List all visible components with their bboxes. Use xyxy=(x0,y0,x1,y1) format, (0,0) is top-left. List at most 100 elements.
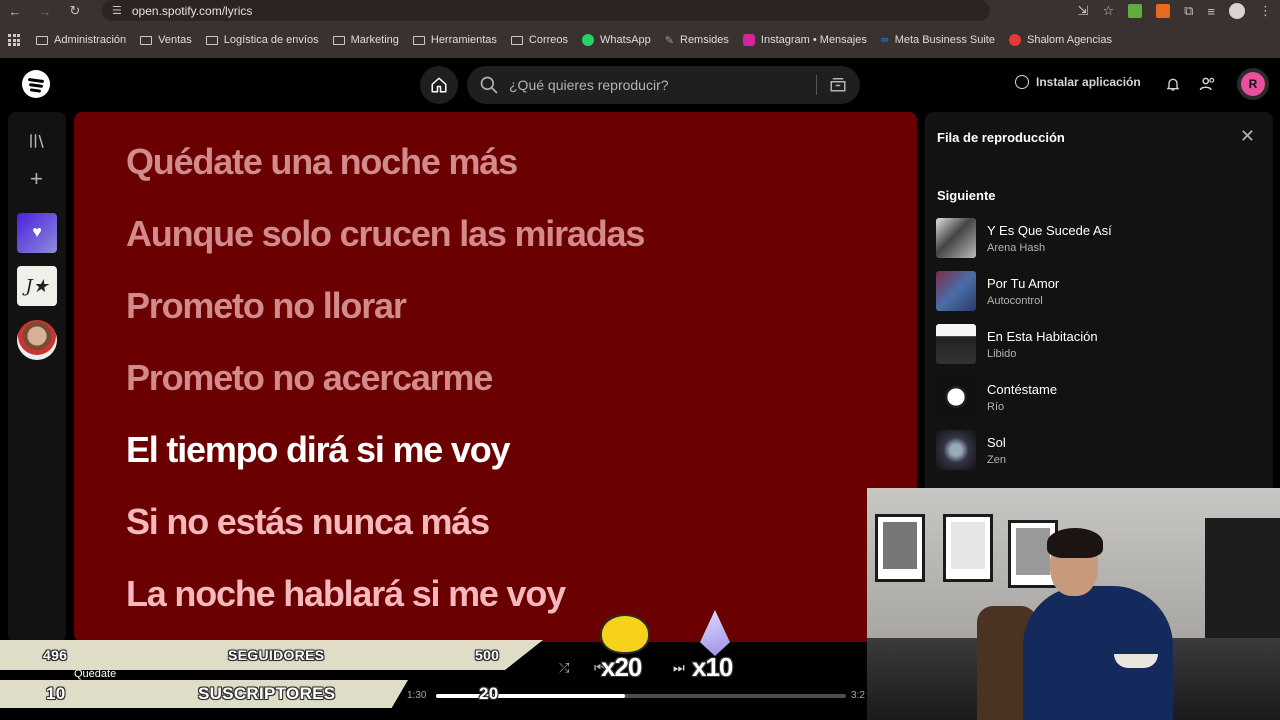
search-bar[interactable] xyxy=(467,66,860,104)
bookmark-ventas[interactable]: Ventas xyxy=(140,34,192,46)
progress-fill xyxy=(436,694,625,698)
lyric-line[interactable]: Prometo no acercarme xyxy=(126,357,493,399)
queue-panel: Fila de reproducción ✕ Siguiente Y Es Qu… xyxy=(925,112,1273,488)
queue-item[interactable]: Y Es Que Sucede Así Arena Hash xyxy=(936,216,1256,260)
apps-grid-icon[interactable] xyxy=(8,34,20,46)
queue-item-artist[interactable]: Libido xyxy=(987,348,1016,360)
user-avatar-button[interactable]: R xyxy=(1237,68,1269,100)
wall-frame xyxy=(875,514,925,582)
url-text: open.spotify.com/lyrics xyxy=(131,3,253,18)
extension-icon[interactable] xyxy=(1128,4,1143,18)
album-art xyxy=(936,324,976,364)
heart-icon: ♥ xyxy=(32,224,42,241)
shuffle-icon[interactable]: ⤮ xyxy=(559,660,569,676)
mascot-sticker xyxy=(600,614,650,654)
notifications-bell-icon[interactable] xyxy=(1165,75,1181,93)
queue-item[interactable]: Sol Zen xyxy=(936,428,1256,472)
reload-icon[interactable]: ↻ xyxy=(60,0,90,22)
queue-item-title: Sol xyxy=(987,435,1006,450)
queue-section-heading: Siguiente xyxy=(937,188,996,203)
browser-actions: ⇲ ☆ ⧉ ≡ ⋮ xyxy=(1078,0,1272,22)
avatar-initial: R xyxy=(1241,72,1265,96)
library-sidebar: + ♥ J★ xyxy=(8,112,66,642)
bookmark-herramientas[interactable]: Herramientas xyxy=(412,34,497,46)
queue-item-artist[interactable]: Río xyxy=(987,401,1004,413)
queue-item-artist[interactable]: Arena Hash xyxy=(987,242,1045,254)
bookmark-correos[interactable]: Correos xyxy=(510,34,568,46)
divider xyxy=(816,75,817,95)
browse-icon[interactable] xyxy=(829,75,847,93)
queue-item-title: Y Es Que Sucede Así xyxy=(987,223,1112,238)
spotify-logo-icon[interactable] xyxy=(22,70,50,98)
bookmark-marketing[interactable]: Marketing xyxy=(332,34,399,46)
queue-item-title: Por Tu Amor xyxy=(987,276,1060,291)
queue-title: Fila de reproducción xyxy=(937,130,1065,145)
liked-songs-thumbnail[interactable]: ♥ xyxy=(17,213,57,253)
lyric-line[interactable]: Prometo no llorar xyxy=(126,285,407,327)
bookmarks-bar: Administración Ventas Logística de envío… xyxy=(0,22,1280,58)
browser-menu-icon[interactable]: ⋮ xyxy=(1259,3,1272,19)
extension-icon[interactable] xyxy=(1156,4,1171,18)
lyric-line[interactable]: Si no estás nunca más xyxy=(126,501,490,543)
download-icon xyxy=(1015,75,1029,89)
install-app-icon[interactable]: ⇲ xyxy=(1078,3,1089,19)
folder-icon xyxy=(205,35,218,45)
home-button[interactable] xyxy=(420,66,458,104)
folder-icon xyxy=(510,35,523,45)
site-settings-icon[interactable]: ☰ xyxy=(112,4,122,17)
album-art xyxy=(936,218,976,258)
followers-goal: 500 xyxy=(475,647,500,663)
friend-activity-icon[interactable] xyxy=(1199,75,1217,93)
wall-frame xyxy=(943,514,993,582)
webcam-overlay xyxy=(867,488,1280,720)
bookmark-instagram[interactable]: Instagram • Mensajes xyxy=(742,34,867,46)
subscribers-label: SUSCRIPTORES xyxy=(198,684,336,703)
album-art xyxy=(936,430,976,470)
lyric-line[interactable]: Aunque solo crucen las miradas xyxy=(126,213,645,255)
playlist-thumbnail[interactable]: J★ xyxy=(17,266,57,306)
instagram-icon xyxy=(742,34,755,46)
lyrics-panel: Quédate una noche más Aunque solo crucen… xyxy=(74,112,917,642)
shalom-icon xyxy=(1008,34,1021,46)
bookmark-remsides[interactable]: ✎ Remsides xyxy=(665,34,729,47)
queue-item[interactable]: Contéstame Río xyxy=(936,375,1256,419)
multiplier-b: x10 xyxy=(692,652,733,682)
bookmark-whatsapp[interactable]: WhatsApp xyxy=(582,34,651,46)
queue-item[interactable]: En Esta Habitación Libido xyxy=(936,322,1256,366)
browser-profile-avatar[interactable] xyxy=(1229,3,1245,19)
subscribers-goal: 20 xyxy=(479,684,499,703)
bookmark-meta[interactable]: ∞ Meta Business Suite xyxy=(881,34,995,46)
library-icon[interactable] xyxy=(28,132,46,150)
bookmark-star-icon[interactable]: ☆ xyxy=(1102,3,1114,19)
bookmark-logistica[interactable]: Logística de envíos xyxy=(205,34,319,46)
bookmark-administracion[interactable]: Administración xyxy=(36,34,126,46)
create-playlist-icon[interactable]: + xyxy=(30,168,43,190)
queue-item-artist[interactable]: Autocontrol xyxy=(987,295,1043,307)
album-art xyxy=(936,377,976,417)
media-control-icon[interactable]: ≡ xyxy=(1207,4,1215,19)
multiplier-a: x20 xyxy=(601,652,642,682)
bookmark-shalom[interactable]: Shalom Agencias xyxy=(1008,34,1112,46)
back-icon[interactable]: ← xyxy=(0,0,30,22)
followers-label: SEGUIDORES xyxy=(228,647,325,663)
screen: ← → ↻ ☰ open.spotify.com/lyrics ⇲ ☆ ⧉ ≡ … xyxy=(0,0,1280,720)
artist-thumbnail[interactable] xyxy=(17,320,57,360)
search-icon xyxy=(480,76,498,94)
webcam-person-hair xyxy=(1047,528,1103,558)
lyric-line-current[interactable]: El tiempo dirá si me voy xyxy=(126,429,511,471)
folder-icon xyxy=(140,35,153,45)
extensions-puzzle-icon[interactable]: ⧉ xyxy=(1184,3,1193,19)
lyric-line[interactable]: Quédate una noche más xyxy=(126,141,518,183)
folder-icon xyxy=(36,35,48,45)
close-icon[interactable]: ✕ xyxy=(1240,126,1255,147)
subscribers-current: 10 xyxy=(46,684,66,703)
forward-icon[interactable]: → xyxy=(30,0,60,22)
search-input[interactable] xyxy=(509,77,799,93)
lyric-line[interactable]: La noche hablará si me voy xyxy=(126,573,566,615)
install-app-link[interactable]: Instalar aplicación xyxy=(1015,75,1141,89)
queue-item[interactable]: Por Tu Amor Autocontrol xyxy=(936,269,1256,313)
url-bar[interactable]: ☰ open.spotify.com/lyrics xyxy=(102,0,990,21)
queue-item-artist[interactable]: Zen xyxy=(987,454,1006,466)
whatsapp-icon xyxy=(582,34,595,46)
next-icon[interactable]: ⏭ xyxy=(673,660,685,676)
